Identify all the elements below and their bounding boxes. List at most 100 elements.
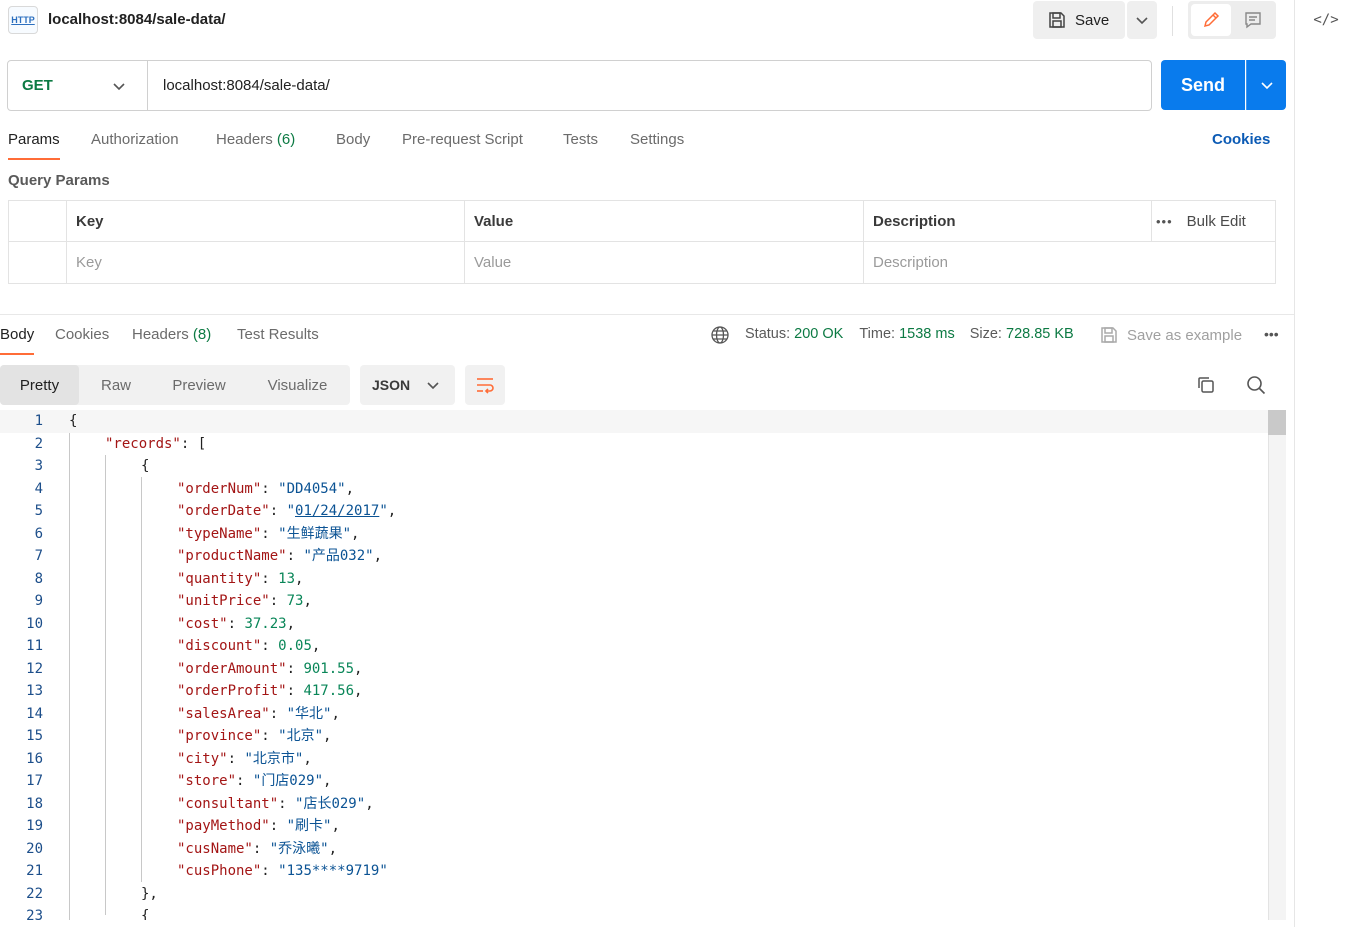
json-punctuation: : [286, 660, 304, 677]
code-line: 2 "records": [ [0, 433, 1268, 456]
method-select[interactable]: GET [22, 77, 53, 94]
json-punctuation: , [331, 705, 340, 722]
size-value[interactable]: 728.85 KB [1006, 326, 1074, 342]
line-number: 21 [26, 863, 43, 879]
tab-settings[interactable]: Settings [630, 131, 684, 148]
response-tab-body[interactable]: Body [0, 326, 35, 355]
value-input[interactable]: Value [464, 242, 863, 283]
tab-label: Cookies [55, 326, 110, 343]
status-label: Status: [745, 326, 791, 342]
response-tab-headers[interactable]: Headers (8) [132, 326, 211, 343]
more-options-icon[interactable]: ••• [1156, 214, 1173, 229]
code-line: 9 "unitPrice": 73, [0, 590, 1268, 613]
save-as-example-button[interactable]: Save as example [1099, 325, 1242, 345]
line-number: 13 [26, 683, 43, 699]
tab-body[interactable]: Body [336, 131, 370, 148]
wrap-lines-button[interactable] [465, 365, 505, 405]
json-number: 417.56 [303, 683, 355, 699]
code-line: 17 "store": "门店029", [0, 770, 1268, 793]
send-options-button[interactable] [1246, 60, 1286, 110]
save-options-button[interactable] [1127, 1, 1157, 39]
json-quote: " [320, 840, 329, 857]
json-punctuation: , [345, 480, 355, 497]
code-text: "cusPhone": "135****9719" [177, 860, 388, 883]
response-body-editor[interactable]: 1{2 "records": [3{4 "orderNum": "DD4054", 5… [0, 410, 1268, 920]
scrollbar[interactable] [1268, 410, 1286, 920]
json-key: "productName" [177, 548, 287, 564]
code-snippet-icon[interactable]: </> [1313, 8, 1339, 32]
request-title[interactable]: localhost:8084/sale-data/ [48, 11, 226, 28]
save-button[interactable]: Save [1033, 1, 1125, 39]
globe-icon[interactable] [710, 325, 730, 345]
send-button[interactable]: Send [1161, 60, 1245, 110]
json-punctuation: , [331, 818, 340, 834]
time-value[interactable]: 1538 ms [899, 326, 955, 342]
json-string: 北京市 [252, 750, 295, 767]
code-text: "orderDate": "01/24/2017", [177, 500, 396, 523]
key-input[interactable]: Key [66, 242, 464, 283]
json-key: "cost" [177, 615, 228, 632]
format-pretty[interactable]: Pretty [0, 365, 79, 405]
tab-tests[interactable]: Tests [563, 131, 598, 148]
tab-params[interactable]: Params [8, 131, 60, 160]
time-label: Time: [859, 326, 896, 342]
search-icon[interactable] [1245, 374, 1267, 396]
code-text: "cusName": "乔泳曦", [177, 838, 337, 861]
response-tab-cookies[interactable]: Cookies [55, 326, 109, 343]
line-number: 22 [26, 885, 43, 902]
code-line: 15 "province": "北京", [0, 725, 1268, 748]
json-punctuation: : [269, 818, 287, 834]
json-quote: " [342, 525, 352, 542]
chevron-down-icon[interactable] [112, 79, 126, 93]
json-quote: " [244, 750, 253, 767]
code-text: "store": "门店029", [177, 770, 331, 793]
query-params-table: Key Value Description ••• Bulk Edit Key … [8, 200, 1276, 284]
code-line: 7 "productName": "产品032", [0, 545, 1268, 568]
url-divider [147, 61, 148, 110]
scrollbar-thumb[interactable] [1268, 410, 1286, 435]
json-string: 刷卡 [295, 818, 324, 834]
bulk-edit-button[interactable]: Bulk Edit [1187, 213, 1246, 230]
tab-authorization[interactable]: Authorization [91, 131, 179, 148]
line-number: 15 [26, 728, 43, 744]
comment-mode-button[interactable] [1235, 4, 1271, 36]
pane-divider[interactable] [0, 314, 1294, 315]
copy-icon[interactable] [1195, 374, 1217, 396]
json-punctuation: , [373, 548, 383, 564]
tab-headers[interactable]: Headers (6) [216, 131, 295, 148]
url-input[interactable]: localhost:8084/sale-data/ [163, 77, 330, 94]
request-header: HTTP localhost:8084/sale-data/ Save [0, 0, 1294, 44]
json-punctuation: : [261, 728, 279, 744]
response-tab-test-results[interactable]: Test Results [237, 326, 319, 343]
json-quote: " [269, 840, 279, 857]
json-quote: " [314, 773, 324, 789]
description-input[interactable]: Description [863, 242, 1275, 283]
edit-mode-button[interactable] [1191, 4, 1231, 36]
tab-pre-request-script[interactable]: Pre-request Script [402, 131, 523, 148]
cookies-link[interactable]: Cookies [1212, 131, 1270, 148]
format-raw[interactable]: Raw [79, 365, 153, 405]
json-key: "quantity" [177, 570, 262, 587]
json-quote: " [314, 728, 324, 744]
code-text: "province": "北京", [177, 725, 331, 748]
json-number: 37.23 [244, 615, 287, 632]
json-key: "orderDate" [177, 503, 270, 519]
code-line: 3{ [0, 455, 1268, 478]
tab-count: (6) [276, 131, 296, 148]
json-punctuation: : [261, 570, 279, 587]
more-options-icon[interactable]: ••• [1264, 326, 1279, 342]
column-header-description: Description [873, 213, 956, 230]
format-visualize[interactable]: Visualize [245, 365, 350, 405]
bulk-edit-area: ••• Bulk Edit [1156, 201, 1246, 242]
tab-label: Body [0, 326, 35, 343]
json-quote: " [303, 548, 312, 564]
json-key: "province" [177, 728, 262, 744]
code-text: "records": [ [105, 433, 206, 456]
language-select[interactable]: JSON [360, 365, 455, 405]
save-icon [1049, 12, 1065, 28]
status-value[interactable]: 200 OK [794, 326, 843, 342]
language-label: JSON [372, 377, 411, 393]
request-workspace: HTTP localhost:8084/sale-data/ Save GET … [0, 0, 1294, 927]
format-preview[interactable]: Preview [153, 365, 245, 405]
json-punctuation: { [69, 413, 78, 429]
